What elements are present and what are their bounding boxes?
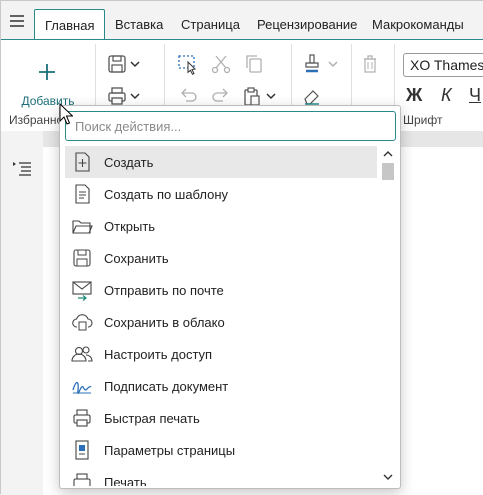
action-save-to-cloud[interactable]: Сохранить в облако [65, 306, 377, 338]
copy-icon [243, 53, 265, 75]
action-create[interactable]: Создать [65, 146, 377, 178]
ribbon-tab-bar: Главная Вставка Страница Рецензирование … [1, 1, 483, 40]
scrollbar-thumb[interactable] [382, 163, 394, 180]
ribbon-separator [291, 44, 292, 112]
ribbon-separator [394, 44, 395, 112]
signature-icon [71, 375, 93, 397]
action-configure-access[interactable]: Настроить доступ [65, 338, 377, 370]
action-label: Подписать документ [104, 378, 229, 394]
template-document-icon [71, 183, 93, 205]
action-search-input[interactable] [65, 111, 396, 141]
new-document-icon [71, 151, 93, 173]
action-search-dropdown: Создать Создать по шаблону Открыть Сохра… [59, 105, 401, 489]
action-page-setup[interactable]: Параметры страницы [65, 434, 377, 466]
action-open[interactable]: Открыть [65, 210, 377, 242]
action-save[interactable]: Сохранить [65, 242, 377, 274]
scroll-up-icon[interactable] [383, 150, 393, 158]
bold-button[interactable]: Ж [406, 85, 422, 106]
tab-home[interactable]: Главная [34, 9, 106, 40]
action-sign-document[interactable]: Подписать документ [65, 370, 377, 402]
plus-icon [37, 62, 57, 82]
chevron-down-icon[interactable] [129, 85, 141, 107]
action-label: Печать [104, 474, 147, 487]
chevron-down-icon[interactable] [265, 85, 277, 107]
quick-print-icon [71, 407, 93, 429]
action-label: Сохранить [104, 250, 169, 266]
folder-open-icon [71, 215, 93, 237]
action-label: Сохранить в облако [104, 314, 225, 330]
action-label: Параметры страницы [104, 442, 236, 458]
font-group-label: Шрифт [403, 113, 443, 127]
action-label: Отправить по почте [104, 282, 224, 298]
print-icon [71, 471, 93, 486]
action-label: Создать по шаблону [104, 186, 229, 202]
action-create-from-template[interactable]: Создать по шаблону [65, 178, 377, 210]
undo-icon [177, 85, 199, 107]
tab-review[interactable]: Рецензирование [247, 9, 367, 40]
mail-send-icon [71, 279, 93, 301]
page-setup-icon [71, 439, 93, 461]
print-icon[interactable] [106, 85, 128, 107]
trash-icon [359, 53, 381, 75]
scroll-down-icon[interactable] [383, 473, 393, 481]
action-label: Открыть [104, 218, 156, 234]
ribbon-separator [351, 44, 352, 112]
tab-insert[interactable]: Вставка [105, 9, 173, 40]
document-outline-icon[interactable] [11, 158, 33, 180]
font-name-field[interactable]: XO Thames [403, 53, 483, 77]
action-label: Быстрая печать [104, 410, 200, 426]
ribbon-separator [164, 44, 165, 112]
action-send-by-mail[interactable]: Отправить по почте [65, 274, 377, 306]
action-label: Настроить доступ [104, 346, 213, 362]
action-label: Создать [104, 154, 154, 170]
cut-icon [210, 53, 232, 75]
app-window: Главная Вставка Страница Рецензирование … [0, 0, 483, 495]
italic-button[interactable]: К [441, 85, 452, 106]
menu-icon[interactable] [6, 10, 28, 32]
action-quick-print[interactable]: Быстрая печать [65, 402, 377, 434]
ribbon-separator [95, 44, 96, 112]
tab-page[interactable]: Страница [171, 9, 250, 40]
select-icon[interactable] [177, 53, 199, 75]
users-access-icon [71, 343, 93, 365]
action-list: Создать Создать по шаблону Открыть Сохра… [65, 146, 377, 486]
format-painter-icon[interactable] [301, 53, 323, 75]
redo-icon [210, 85, 232, 107]
paste-icon[interactable] [241, 85, 263, 107]
eraser-icon[interactable] [301, 85, 323, 107]
add-button[interactable]: Добавить [11, 50, 85, 112]
tab-macros[interactable]: Макрокоманды [362, 9, 474, 40]
save-icon[interactable] [106, 53, 128, 75]
underline-button[interactable]: Ч [469, 85, 481, 106]
chevron-down-icon [327, 53, 339, 75]
cloud-save-icon [71, 311, 93, 333]
mouse-cursor-icon [59, 103, 73, 125]
action-print[interactable]: Печать [65, 466, 377, 486]
chevron-down-icon[interactable] [129, 53, 141, 75]
left-pane [1, 131, 43, 495]
save-icon [71, 247, 93, 269]
action-list-scrollbar[interactable] [380, 146, 396, 486]
